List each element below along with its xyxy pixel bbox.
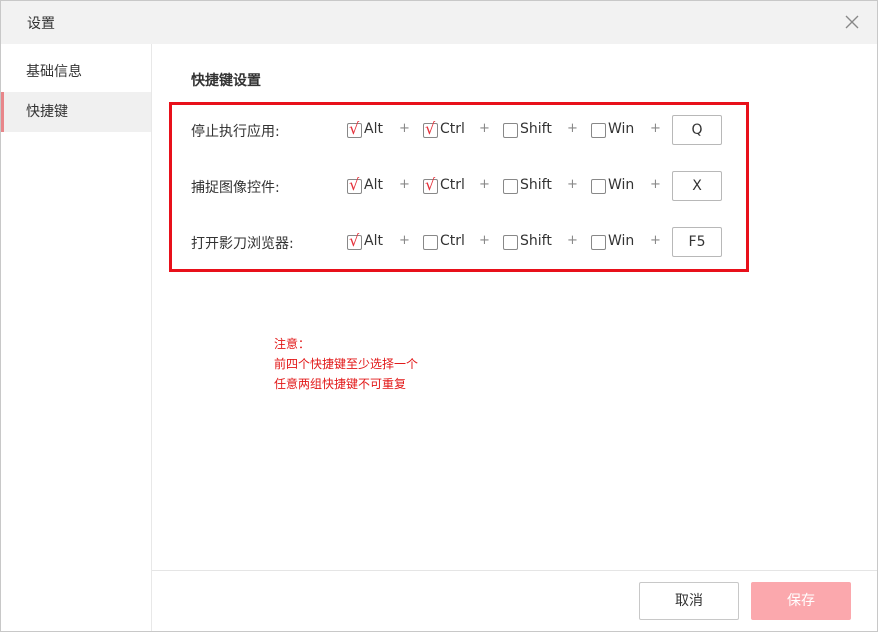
plus-sign: + (479, 121, 490, 136)
plus-sign: + (479, 177, 490, 192)
ctrl-label: Ctrl (440, 177, 465, 193)
win-label: Win (608, 121, 635, 137)
alt-checkbox[interactable] (347, 119, 362, 138)
shortcut-row: 打开影刀浏览器: Alt + Ctrl + Shift + Win + F5 (191, 227, 731, 259)
shortcut-row: 捕捉图像控件: Alt + Ctrl + Shift + Win + X (191, 171, 731, 203)
dialog-title: 设置 (27, 16, 55, 32)
sidebar: 基础信息 快捷键 (1, 44, 152, 631)
title-bar: 设置 (1, 1, 877, 44)
win-checkbox[interactable] (591, 235, 606, 250)
shortcut-label: 打开影刀浏览器: (191, 236, 294, 252)
shortcut-label: 捕捉图像控件: (191, 180, 280, 196)
alt-checkbox[interactable] (347, 231, 362, 250)
notice-text: 注意： 前四个快捷键至少选择一个 任意两组快捷键不可重复 (274, 334, 418, 394)
shortcut-row: 停止执行应用: Alt + Ctrl + Shift + Win + Q (191, 115, 731, 147)
notice-line: 前四个快捷键至少选择一个 (274, 357, 419, 371)
plus-sign: + (399, 177, 410, 192)
win-label: Win (608, 233, 635, 249)
plus-sign: + (567, 177, 578, 192)
settings-dialog: 设置 基础信息 快捷键 快捷键设置 停止执行应用: Alt + Ctrl + Shift +… (0, 0, 878, 632)
alt-label: Alt (364, 177, 383, 193)
plus-sign: + (567, 121, 578, 136)
plus-sign: + (567, 233, 578, 248)
notice-line: 注意： (274, 337, 311, 351)
shift-checkbox[interactable] (503, 179, 518, 194)
notice-line: 任意两组快捷键不可重复 (274, 377, 407, 391)
key-input[interactable]: Q (672, 115, 722, 145)
shortcut-label: 停止执行应用: (191, 124, 280, 140)
shift-label: Shift (520, 177, 552, 193)
sidebar-item-label: 基础信息 (26, 64, 82, 80)
key-input[interactable]: X (672, 171, 722, 201)
footer-divider (152, 570, 877, 571)
sidebar-item-basic-info[interactable]: 基础信息 (1, 52, 151, 92)
close-icon[interactable] (844, 14, 860, 30)
win-label: Win (608, 177, 635, 193)
ctrl-checkbox[interactable] (423, 235, 438, 250)
section-title: 快捷键设置 (191, 73, 261, 89)
plus-sign: + (399, 121, 410, 136)
ctrl-label: Ctrl (440, 121, 465, 137)
sidebar-item-shortcuts[interactable]: 快捷键 (1, 92, 151, 132)
win-checkbox[interactable] (591, 179, 606, 194)
key-input[interactable]: F5 (672, 227, 722, 257)
plus-sign: + (399, 233, 410, 248)
shift-label: Shift (520, 233, 552, 249)
ctrl-checkbox[interactable] (423, 175, 438, 194)
shift-checkbox[interactable] (503, 123, 518, 138)
win-checkbox[interactable] (591, 123, 606, 138)
ctrl-label: Ctrl (440, 233, 465, 249)
plus-sign: + (479, 233, 490, 248)
alt-label: Alt (364, 233, 383, 249)
sidebar-item-label: 快捷键 (26, 104, 68, 120)
alt-checkbox[interactable] (347, 175, 362, 194)
cancel-button[interactable]: 取消 (639, 582, 739, 620)
save-button[interactable]: 保存 (751, 582, 851, 620)
alt-label: Alt (364, 121, 383, 137)
shift-label: Shift (520, 121, 552, 137)
plus-sign: + (650, 177, 661, 192)
shift-checkbox[interactable] (503, 235, 518, 250)
ctrl-checkbox[interactable] (423, 119, 438, 138)
plus-sign: + (650, 121, 661, 136)
plus-sign: + (650, 233, 661, 248)
